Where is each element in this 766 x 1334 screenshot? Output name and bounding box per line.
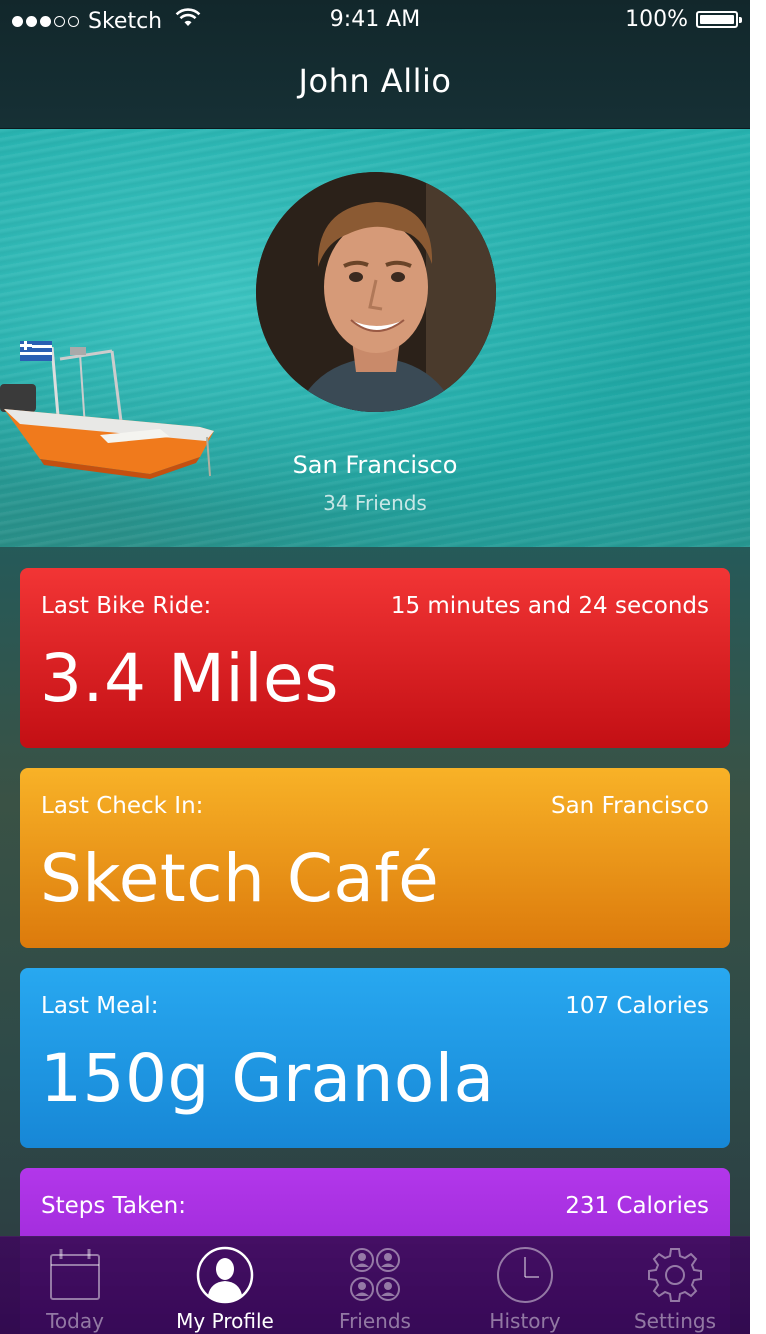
card-value: Sketch Café (40, 840, 440, 917)
bike-ride-card[interactable]: Last Bike Ride: 15 minutes and 24 second… (20, 568, 730, 748)
card-label: Steps Taken: (41, 1193, 186, 1219)
meal-card[interactable]: Last Meal: 107 Calories 150g Granola (20, 968, 730, 1148)
card-detail: 231 Calories (565, 1193, 709, 1219)
tab-label: History (489, 1309, 561, 1333)
battery-percent: 100% (625, 7, 688, 32)
tab-label: Friends (339, 1309, 411, 1333)
tab-my-profile[interactable]: My Profile (150, 1237, 300, 1334)
profile-header: San Francisco 34 Friends (0, 129, 750, 547)
clock-icon (497, 1247, 553, 1303)
card-label: Last Meal: (41, 993, 159, 1019)
card-detail: 107 Calories (565, 993, 709, 1019)
person-icon (196, 1246, 254, 1304)
card-label: Last Check In: (41, 793, 204, 819)
card-label: Last Bike Ride: (41, 593, 212, 619)
screen-margin (750, 0, 766, 1334)
card-value: 150g Granola (40, 1040, 495, 1117)
battery-indicator: 100% (625, 7, 742, 32)
tab-label: Settings (633, 1309, 717, 1333)
app-screen: Sketch 9:41 AM 100% John Allio San Franc… (0, 0, 750, 1334)
calendar-icon (50, 1249, 100, 1300)
tab-friends[interactable]: Friends (300, 1237, 450, 1334)
card-detail: 15 minutes and 24 seconds (390, 593, 709, 619)
battery-icon (696, 11, 742, 28)
group-icon (350, 1248, 400, 1301)
status-bar: Sketch 9:41 AM 100% (0, 0, 750, 40)
tab-label: My Profile (176, 1309, 274, 1333)
page-title: John Allio (298, 62, 452, 100)
tab-settings[interactable]: Settings (600, 1237, 750, 1334)
tab-bar: Today My Profile Friends History Setting… (0, 1236, 750, 1334)
tab-history[interactable]: History (450, 1237, 600, 1334)
gear-icon (648, 1248, 702, 1302)
top-bar: Sketch 9:41 AM 100% John Allio (0, 0, 750, 129)
friends-count[interactable]: 34 Friends (0, 491, 750, 515)
avatar[interactable] (256, 172, 496, 412)
card-detail: San Francisco (550, 793, 709, 819)
tab-today[interactable]: Today (0, 1237, 150, 1334)
profile-city: San Francisco (292, 451, 458, 479)
check-in-card[interactable]: Last Check In: San Francisco Sketch Café (20, 768, 730, 948)
tab-label: Today (46, 1309, 104, 1333)
card-value: 3.4 Miles (40, 640, 340, 717)
